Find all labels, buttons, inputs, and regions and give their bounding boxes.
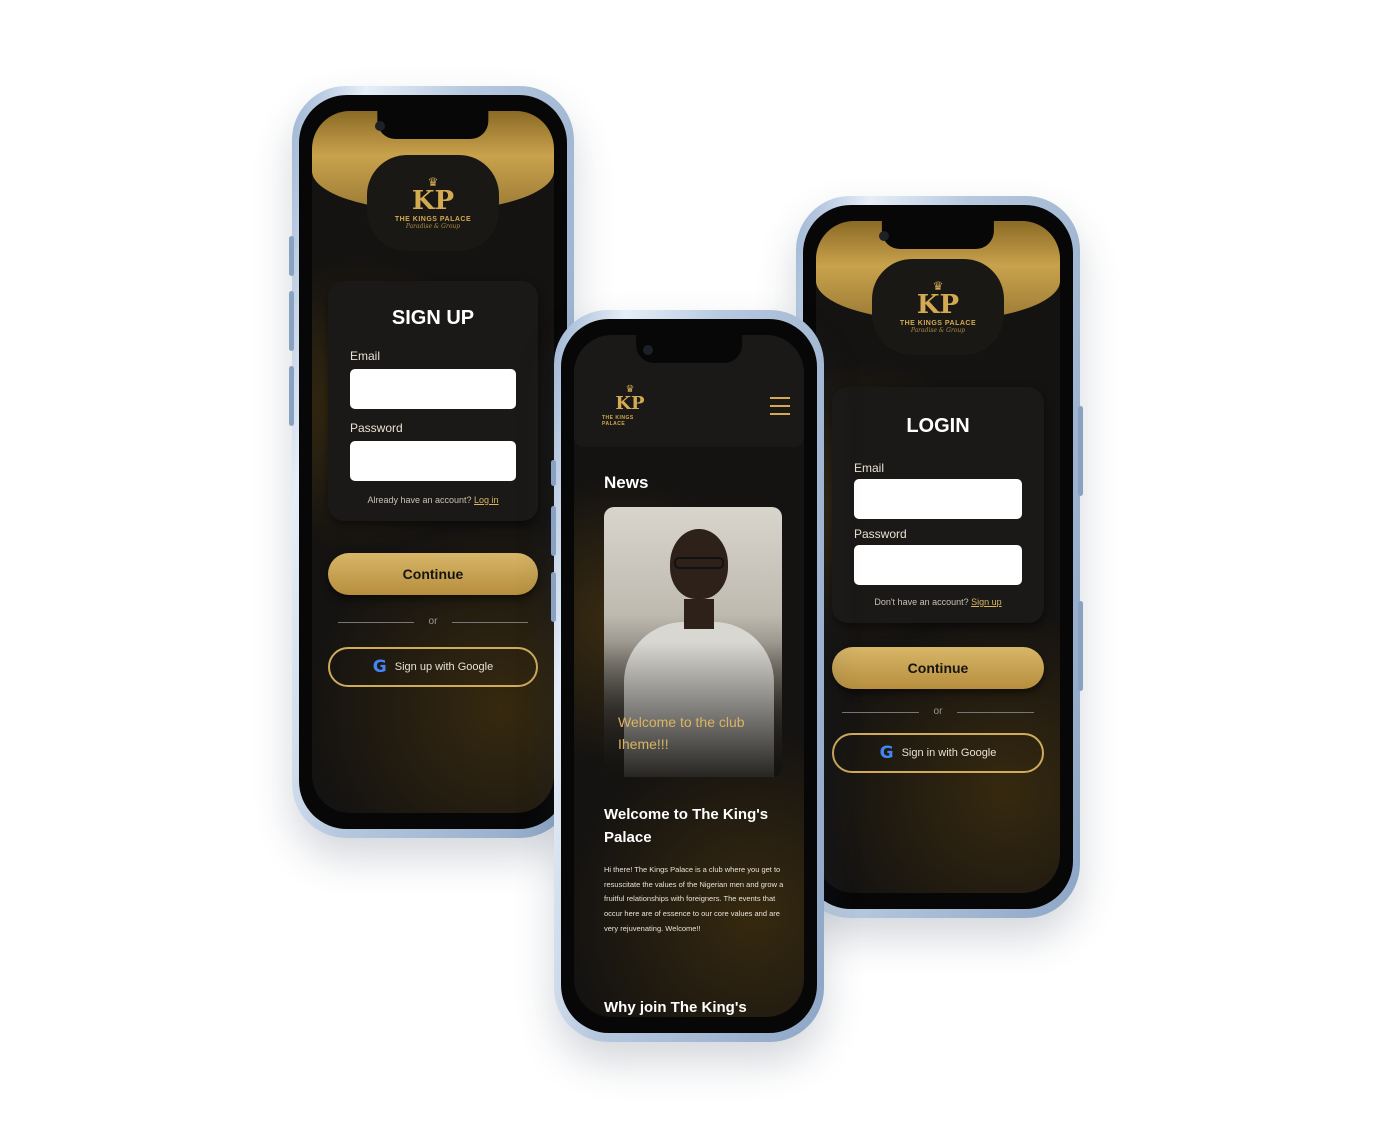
google-icon: G bbox=[879, 743, 894, 763]
google-signup-button[interactable]: G Sign up with Google bbox=[328, 647, 538, 687]
header-logo[interactable]: ♛ KP THE KINGS PALACE bbox=[602, 385, 658, 428]
continue-button[interactable]: Continue bbox=[328, 553, 538, 595]
home-screen: ♛ KP THE KINGS PALACE News Welcome to th… bbox=[574, 335, 804, 1017]
phone-bezel: ♛ KP THE KINGS PALACE News Welcome to th… bbox=[561, 319, 817, 1033]
login-link[interactable]: Log in bbox=[474, 495, 499, 505]
side-button bbox=[551, 506, 556, 556]
notch bbox=[881, 221, 995, 249]
login-card: LOGIN Email Password Don't have an accou… bbox=[832, 387, 1044, 623]
login-title: LOGIN bbox=[906, 415, 970, 437]
phone-bezel: ♛ KP THE KINGS PALACE Paradise & Group L… bbox=[803, 205, 1073, 909]
or-label: or bbox=[933, 706, 943, 717]
account-prompt-text: Already have an account? bbox=[367, 495, 472, 505]
password-label: Password bbox=[350, 421, 403, 435]
email-field[interactable] bbox=[854, 479, 1022, 519]
home-phone: ♛ KP THE KINGS PALACE News Welcome to th… bbox=[551, 310, 824, 1042]
brand-logo: ♛ KP THE KINGS PALACE Paradise & Group bbox=[367, 155, 499, 251]
phone-bezel: ♛ KP THE KINGS PALACE Paradise & Group S… bbox=[299, 95, 567, 829]
logo-mark: KP bbox=[615, 393, 645, 414]
welcome-body: Hi there! The Kings Palace is a club whe… bbox=[604, 865, 784, 933]
news-card[interactable]: Welcome to the club Iheme!!! bbox=[604, 507, 782, 777]
camera bbox=[374, 121, 385, 131]
google-signin-label: Sign in with Google bbox=[901, 747, 997, 759]
google-signup-label: Sign up with Google bbox=[394, 661, 494, 673]
account-prompt-text: Don't have an account? bbox=[874, 597, 969, 607]
signup-phone: ♛ KP THE KINGS PALACE Paradise & Group S… bbox=[289, 86, 574, 838]
continue-button[interactable]: Continue bbox=[832, 647, 1044, 689]
or-divider: or bbox=[842, 705, 1034, 719]
logo-tagline: Paradise & Group bbox=[910, 327, 966, 334]
signup-screen: ♛ KP THE KINGS PALACE Paradise & Group S… bbox=[312, 111, 554, 813]
why-join-heading: Why join The King's Palace? bbox=[604, 999, 747, 1016]
logo-name: THE KINGS PALACE bbox=[899, 320, 977, 327]
notch bbox=[377, 111, 489, 139]
email-field[interactable] bbox=[350, 369, 516, 409]
login-phone: ♛ KP THE KINGS PALACE Paradise & Group L… bbox=[796, 196, 1083, 918]
signup-link[interactable]: Sign up bbox=[971, 597, 1002, 607]
logo-tagline: Paradise & Group bbox=[405, 223, 461, 230]
hamburger-icon[interactable] bbox=[770, 397, 790, 419]
signup-card: SIGN UP Email Password Already have an a… bbox=[328, 281, 538, 521]
google-signin-button[interactable]: G Sign in with Google bbox=[832, 733, 1044, 773]
side-button bbox=[289, 291, 294, 351]
logo-mark: KP bbox=[411, 186, 455, 216]
side-button bbox=[1078, 601, 1083, 691]
password-field[interactable] bbox=[854, 545, 1022, 585]
google-icon: G bbox=[372, 657, 387, 677]
camera bbox=[643, 345, 653, 355]
password-field[interactable] bbox=[350, 441, 516, 481]
side-button bbox=[289, 366, 294, 426]
account-prompt: Don't have an account? Sign up bbox=[832, 597, 1044, 607]
side-button bbox=[1078, 406, 1083, 496]
email-label: Email bbox=[350, 349, 381, 363]
password-label: Password bbox=[854, 527, 907, 541]
account-prompt: Already have an account? Log in bbox=[328, 495, 538, 505]
news-heading: News bbox=[604, 473, 649, 492]
welcome-heading: Welcome to The King's Palace bbox=[604, 806, 769, 846]
logo-name: THE KINGS PALACE bbox=[394, 216, 472, 223]
signup-title: SIGN UP bbox=[391, 307, 475, 329]
side-button bbox=[289, 236, 294, 276]
side-button bbox=[551, 460, 556, 486]
side-button bbox=[551, 572, 556, 622]
logo-name: THE KINGS PALACE bbox=[602, 415, 634, 427]
brand-logo: ♛ KP THE KINGS PALACE Paradise & Group bbox=[872, 259, 1004, 355]
login-screen: ♛ KP THE KINGS PALACE Paradise & Group L… bbox=[816, 221, 1060, 893]
or-label: or bbox=[428, 616, 438, 627]
news-caption: Welcome to the club Iheme!!! bbox=[618, 714, 745, 752]
email-label: Email bbox=[854, 461, 885, 475]
logo-mark: KP bbox=[916, 290, 960, 320]
or-divider: or bbox=[338, 615, 528, 629]
